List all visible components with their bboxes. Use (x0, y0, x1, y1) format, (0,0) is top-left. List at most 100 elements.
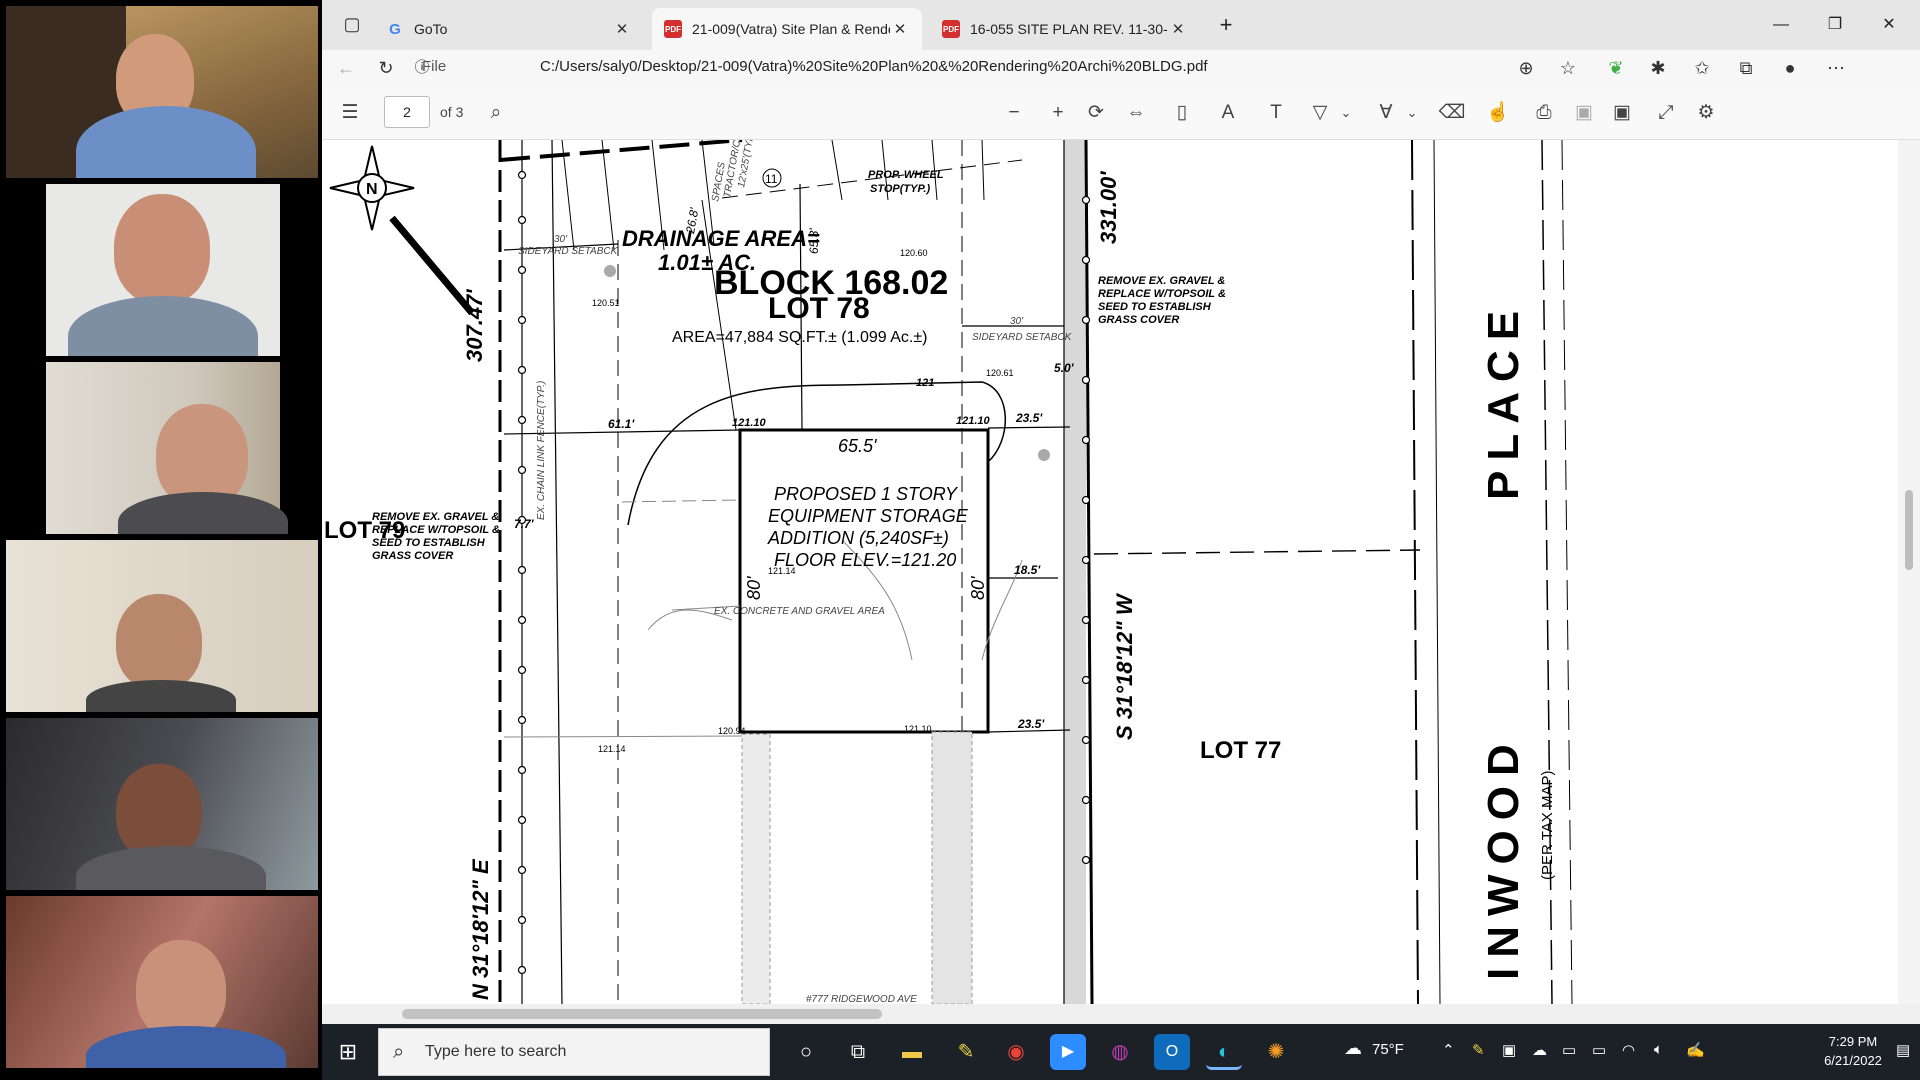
video-tile-6[interactable] (6, 896, 318, 1068)
tray-cloud-offline-icon[interactable]: ☁ (1532, 1041, 1547, 1059)
touch-icon[interactable]: ☝ (1484, 100, 1512, 126)
task-view-icon[interactable]: ⧉ (840, 1034, 876, 1070)
zoom-in-icon[interactable]: + (1044, 100, 1072, 126)
search-icon[interactable]: ⌕ (482, 100, 510, 126)
concrete-label: EX. CONCRETE AND GRAVEL AREA (714, 606, 885, 617)
chevron-down-icon[interactable]: ⌄ (1398, 100, 1426, 126)
profile-avatar[interactable]: ● (1776, 56, 1804, 80)
vertical-scrollbar[interactable] (1898, 140, 1920, 1004)
setback-east-dim: 30' (1010, 316, 1024, 327)
page-number-input[interactable]: 2 (384, 96, 430, 128)
lot-77-label: LOT 77 (1200, 737, 1281, 764)
dim-23a: 23.5' (1015, 411, 1043, 425)
rotate-icon[interactable]: ⟳ (1082, 100, 1110, 126)
close-icon[interactable]: ✕ (1168, 20, 1188, 38)
tray-device-icon[interactable]: ▣ (1502, 1041, 1516, 1059)
app-orange-icon[interactable]: ✺ (1258, 1034, 1294, 1070)
video-tile-5[interactable] (6, 718, 318, 890)
cortana-icon[interactable]: ○ (788, 1034, 824, 1070)
elevation-121-10-nw: 121.10 (732, 417, 767, 429)
tab-goto[interactable]: G GoTo ✕ (374, 8, 644, 50)
video-tile-2[interactable] (6, 184, 318, 356)
refresh-icon[interactable]: ↻ (372, 56, 400, 80)
contents-icon[interactable]: ☰ (336, 100, 364, 126)
volume-icon[interactable]: 🔈︎ (1654, 1041, 1663, 1058)
note-remove-east-2: REPLACE W/TOPSOIL & (1098, 288, 1226, 300)
pdf-page-view[interactable]: N DRAINAGE AREA= 1.01± AC. BLOCK 168.02 … (322, 140, 1920, 1004)
extensions-icon[interactable]: ✱ (1644, 56, 1672, 80)
app-purple-icon[interactable]: ◍ (1102, 1034, 1138, 1070)
wheel-stop-2: STOP(TYP.) (870, 183, 930, 195)
note-remove-west-3: SEED TO ESTABLISH (372, 537, 486, 549)
tab-site-plan-rev[interactable]: PDF 16-055 SITE PLAN REV. 11-30-20 ✕ (930, 8, 1200, 50)
video-tile-3[interactable] (6, 362, 318, 534)
save-icon[interactable]: ▣ (1570, 100, 1598, 126)
dim-61: 61.1' (608, 417, 635, 431)
weather-cloud-icon[interactable]: ☁ (1344, 1038, 1362, 1059)
tab-bar: ▢ G GoTo ✕ PDF 21-009(Vatra) Site Plan &… (322, 0, 1920, 50)
window-close-icon[interactable]: ✕ (1866, 10, 1912, 40)
video-tile-1[interactable] (6, 6, 318, 178)
notification-icon[interactable]: ▤ (1896, 1041, 1910, 1059)
fullscreen-icon[interactable]: ⤢ (1652, 100, 1680, 126)
tab-site-plan-active[interactable]: PDF 21-009(Vatra) Site Plan & Rendering … (652, 8, 922, 50)
app-pen-icon[interactable]: ✎ (948, 1034, 984, 1070)
draw-icon[interactable]: ▽ (1306, 100, 1334, 126)
horizontal-scroll-thumb[interactable] (402, 1009, 882, 1019)
wheel-stop-1: PROP. WHEEL (868, 169, 944, 181)
favorites-icon[interactable]: ✩ (1688, 56, 1716, 80)
note-remove-west-1: REMOVE EX. GRAVEL & (372, 511, 499, 523)
tab-label: GoTo (414, 21, 448, 37)
edge-icon[interactable]: ◐ (1206, 1034, 1242, 1070)
horizontal-scrollbar[interactable] (322, 1004, 1920, 1024)
zoom-app-icon[interactable]: ▶ (1050, 1034, 1086, 1070)
highlight-icon[interactable]: ∀ (1372, 100, 1400, 126)
tray-display-icon[interactable]: ▭ (1562, 1041, 1576, 1059)
wifi-icon[interactable]: ◠ (1622, 1041, 1635, 1059)
more-menu-icon[interactable]: ⋯ (1822, 56, 1850, 80)
read-aloud-icon[interactable]: A (1214, 100, 1242, 126)
pen-tray-icon[interactable]: ✍ (1686, 1041, 1705, 1059)
chevron-up-icon[interactable]: ⌃ (1442, 1041, 1455, 1059)
elevation-121-14-bldg: 121.14 (768, 566, 796, 576)
minimize-icon[interactable]: — (1758, 10, 1804, 40)
text-box-icon[interactable]: T (1262, 100, 1290, 126)
vertical-scroll-thumb[interactable] (1905, 490, 1913, 570)
tab-actions-icon[interactable]: ▢ (338, 12, 366, 36)
extension-leaf-icon[interactable]: ❦ (1602, 56, 1630, 80)
close-icon[interactable]: ✕ (612, 20, 632, 38)
outlook-icon[interactable]: O (1154, 1034, 1190, 1070)
url-field[interactable]: C:/Users/saly0/Desktop/21-009(Vatra)%20S… (540, 58, 1208, 75)
close-icon[interactable]: ✕ (890, 20, 910, 38)
pdf-toolbar: ☰ 2 of 3 ⌕ − + ⟳ ⇔ ▯ A T ▽ ⌄ ∀ ⌄ ⌫ ☝ ⎙ ▣… (322, 86, 1920, 140)
print-icon[interactable]: ⎙ (1530, 100, 1558, 126)
video-tile-4[interactable] (6, 540, 318, 712)
distance-west: 307.47' (462, 289, 487, 362)
system-clock[interactable]: 7:29 PM 6/21/2022 (1818, 1032, 1888, 1070)
search-icon: ⌕ (393, 1041, 405, 1063)
zoom-out-icon[interactable]: − (1000, 100, 1028, 126)
save-as-icon[interactable]: ▣ (1608, 100, 1636, 126)
zoom-icon[interactable]: ⊕ (1512, 56, 1540, 80)
taskbar-search-box[interactable]: ⌕ Type here to search (378, 1028, 770, 1076)
tab-label: 16-055 SITE PLAN REV. 11-30-20 (970, 21, 1168, 37)
file-explorer-icon[interactable]: ▬ (894, 1034, 930, 1070)
chevron-down-icon[interactable]: ⌄ (1332, 100, 1360, 126)
chrome-icon[interactable]: ◉ (998, 1034, 1034, 1070)
page-view-icon[interactable]: ▯ (1168, 100, 1196, 126)
settings-gear-icon[interactable]: ⚙ (1692, 100, 1720, 126)
file-scheme-label: File (422, 58, 447, 75)
note-remove-east-3: SEED TO ESTABLISH (1098, 301, 1212, 313)
windows-start-icon[interactable]: ⊞ (330, 1034, 366, 1070)
collections-icon[interactable]: ⧉ (1732, 56, 1760, 80)
favorite-add-icon[interactable]: ☆ (1554, 56, 1582, 80)
new-tab-button[interactable]: + (1208, 10, 1244, 40)
battery-icon[interactable]: ▭ (1592, 1041, 1606, 1059)
tray-app-icon[interactable]: ✎ (1472, 1041, 1485, 1059)
weather-temp[interactable]: 75°F (1372, 1041, 1404, 1058)
eraser-icon[interactable]: ⌫ (1438, 100, 1466, 126)
fit-width-icon[interactable]: ⇔ (1122, 100, 1150, 126)
note-remove-east-4: GRASS COVER (1098, 314, 1179, 326)
restore-icon[interactable]: ❐ (1812, 10, 1858, 40)
back-icon[interactable]: ← (332, 56, 360, 80)
